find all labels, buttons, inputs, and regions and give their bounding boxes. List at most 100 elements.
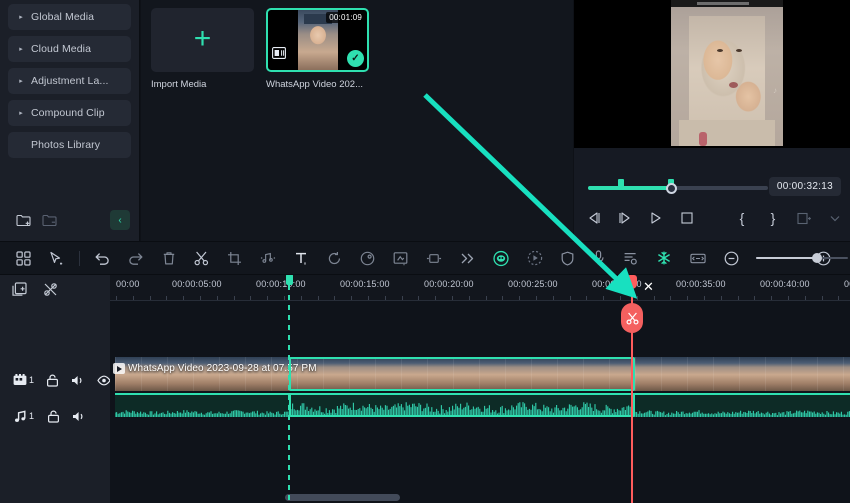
- import-media-cell[interactable]: + Import Media: [151, 8, 254, 90]
- transport-controls: [586, 210, 695, 226]
- preview-video-frame: ♪: [671, 0, 783, 146]
- ruler-tick: 00:00:15:00: [340, 279, 390, 289]
- close-marker-icon[interactable]: ✕: [643, 279, 654, 295]
- video-track-icon: [13, 373, 27, 387]
- watermark-icon: ♪: [773, 86, 777, 95]
- add-track-icon[interactable]: [12, 282, 27, 297]
- lock-icon[interactable]: [46, 373, 59, 387]
- collapse-panel-button[interactable]: ‹: [110, 210, 130, 230]
- audio-detach-icon[interactable]: [260, 250, 276, 266]
- video-track-label: 1: [13, 373, 34, 387]
- motion-icon[interactable]: [426, 250, 442, 266]
- timeline-body[interactable]: 00:00 00:00:05:00 00:00:10:00 00:00:15:0…: [110, 275, 850, 503]
- sidebar-item-adjustment-layer[interactable]: ▸ Adjustment La...: [8, 68, 131, 94]
- ruler-tick: 00:00:05:00: [172, 279, 222, 289]
- sidebar-item-global-media[interactable]: ▸ Global Media: [8, 4, 131, 30]
- sidebar-item-photos-library[interactable]: Photos Library: [8, 132, 131, 158]
- mute-icon[interactable]: [72, 409, 86, 423]
- ruler-tick: 00:00:20:00: [424, 279, 474, 289]
- audio-clip[interactable]: [115, 393, 850, 417]
- sidebar-item-label: Compound Clip: [31, 107, 105, 119]
- media-item-name: WhatsApp Video 202...: [266, 79, 363, 90]
- new-folder-icon[interactable]: [10, 210, 36, 230]
- rotate-icon[interactable]: [327, 250, 342, 266]
- media-grid: + Import Media 00:01:09 ✓ WhatsApp Video…: [151, 8, 563, 90]
- freeze-frame-icon[interactable]: [656, 250, 672, 266]
- speed-icon[interactable]: [527, 250, 543, 266]
- chevron-right-icon: ▸: [19, 45, 23, 53]
- preview-timecode: 00:00:32:13: [768, 177, 841, 196]
- mark-in-icon[interactable]: {: [734, 210, 750, 226]
- playhead-knob[interactable]: [666, 183, 677, 194]
- video-overlay-header: [671, 0, 783, 7]
- split-scissors-icon: [626, 312, 639, 325]
- timeline-horizontal-scrollbar[interactable]: [110, 494, 850, 501]
- import-media-button[interactable]: +: [151, 8, 254, 72]
- sidebar-item-label: Adjustment La...: [31, 75, 109, 87]
- color-icon[interactable]: [360, 250, 375, 266]
- snapshot-icon[interactable]: [796, 210, 812, 226]
- timeline-tracks[interactable]: WhatsApp Video 2023-09-28 at 07.57 PM: [110, 301, 850, 503]
- eye-icon[interactable]: [97, 373, 111, 387]
- timeline-video-track[interactable]: WhatsApp Video 2023-09-28 at 07.57 PM: [110, 357, 850, 391]
- editor-toolbar: [0, 241, 850, 275]
- split-scissors-icon[interactable]: [194, 250, 209, 266]
- lock-icon[interactable]: [46, 409, 60, 423]
- video-editor-window: ▸ Global Media ▸ Cloud Media ▸ Adjustmen…: [0, 0, 850, 503]
- zoom-out-button[interactable]: [724, 250, 739, 266]
- media-item[interactable]: 00:01:09 ✓ WhatsApp Video 202...: [266, 8, 369, 90]
- track-header-audio-1[interactable]: 1: [0, 393, 110, 439]
- mark-out-icon[interactable]: }: [765, 210, 781, 226]
- stop-icon[interactable]: [679, 210, 695, 226]
- playhead-handle[interactable]: [627, 275, 637, 289]
- split-at-playhead-button[interactable]: [621, 303, 643, 333]
- marker-controls: { }: [734, 210, 850, 226]
- chevron-right-icon: ▸: [19, 13, 23, 21]
- scrollbar-thumb[interactable]: [285, 494, 400, 501]
- chevron-right-icon: ▸: [19, 77, 23, 85]
- preview-panel: ♪ 00:00:32:13 {}: [574, 0, 850, 241]
- media-thumbnail[interactable]: 00:01:09 ✓: [266, 8, 369, 72]
- video-subject-body: [679, 120, 775, 146]
- crop-icon[interactable]: [227, 250, 242, 266]
- link-clips-icon[interactable]: [43, 282, 58, 297]
- preview-progress[interactable]: [588, 179, 768, 194]
- ruler-tick: 00:00:25:00: [508, 279, 558, 289]
- subject-eye-left: [717, 49, 723, 52]
- grid-view-icon[interactable]: [16, 250, 31, 266]
- shield-icon[interactable]: [561, 250, 574, 266]
- play-icon[interactable]: [648, 210, 664, 226]
- ruler-tick: 00:00:35:00: [676, 279, 726, 289]
- fit-timeline-icon[interactable]: [690, 250, 707, 266]
- voiceover-mic-icon[interactable]: [592, 250, 605, 266]
- chevron-down-icon[interactable]: [827, 210, 843, 226]
- zoom-slider[interactable]: [756, 251, 849, 265]
- preview-stage[interactable]: ♪: [574, 0, 850, 148]
- redo-icon[interactable]: [128, 250, 144, 266]
- timeline-audio-track[interactable]: [110, 393, 850, 417]
- media-library-sidebar: ▸ Global Media ▸ Cloud Media ▸ Adjustmen…: [0, 0, 140, 241]
- more-icon[interactable]: [460, 250, 475, 266]
- plus-icon: +: [193, 21, 212, 55]
- delete-folder-icon[interactable]: [36, 210, 62, 230]
- audio-track-label: 1: [13, 409, 34, 423]
- timeline-header-tools: [12, 282, 58, 297]
- prev-frame-icon[interactable]: [586, 210, 602, 226]
- snap-indicator-handle: [286, 275, 293, 285]
- marker-in-handle[interactable]: [618, 179, 624, 187]
- sidebar-item-compound-clip[interactable]: ▸ Compound Clip: [8, 100, 131, 126]
- undo-icon[interactable]: [94, 250, 110, 266]
- next-frame-icon[interactable]: [617, 210, 633, 226]
- marker-icon[interactable]: [623, 250, 638, 266]
- sidebar-item-cloud-media[interactable]: ▸ Cloud Media: [8, 36, 131, 62]
- mask-icon[interactable]: [393, 250, 408, 266]
- cursor-select-icon[interactable]: [49, 250, 64, 266]
- timeline-ruler[interactable]: 00:00 00:00:05:00 00:00:10:00 00:00:15:0…: [110, 275, 850, 301]
- text-icon[interactable]: [294, 250, 309, 266]
- chevron-left-icon: ‹: [118, 214, 122, 226]
- mute-icon[interactable]: [71, 373, 85, 387]
- audio-track-icon: [13, 409, 27, 423]
- selected-check-icon: ✓: [347, 50, 364, 67]
- delete-icon[interactable]: [162, 250, 176, 266]
- record-icon[interactable]: [493, 250, 510, 266]
